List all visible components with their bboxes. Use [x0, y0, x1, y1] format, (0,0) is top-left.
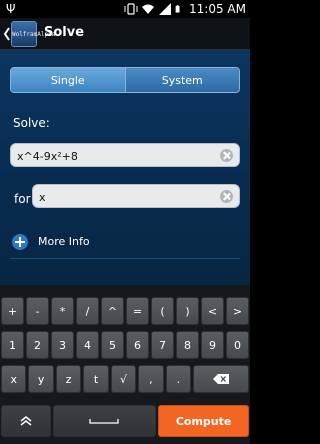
key-6[interactable]: 6 — [126, 331, 149, 359]
app-logo[interactable]: WolframAlpha — [11, 21, 56, 47]
key-plus[interactable]: + — [1, 297, 24, 325]
math-keyboard: + - * / ^ = ( ) < > 1 2 3 4 5 6 7 8 9 0 … — [0, 285, 250, 444]
keyboard-row-digits: 1 2 3 4 5 6 7 8 9 0 — [1, 331, 249, 359]
key-minus[interactable]: - — [26, 297, 49, 325]
key-0[interactable]: 0 — [226, 331, 249, 359]
vibrate-icon — [124, 3, 138, 15]
clear-icon[interactable] — [220, 149, 233, 162]
key-9[interactable]: 9 — [201, 331, 224, 359]
key-sqrt[interactable]: √ — [110, 365, 137, 393]
equation-field[interactable]: x^4-9x²+8 — [10, 143, 240, 167]
key-1[interactable]: 1 — [1, 331, 24, 359]
page-title: Solve — [44, 25, 85, 40]
key-3[interactable]: 3 — [51, 331, 74, 359]
solve-label: Solve: — [13, 116, 50, 130]
backspace-icon — [213, 374, 230, 384]
key-2[interactable]: 2 — [26, 331, 49, 359]
clock: 11:05 AM — [189, 2, 246, 16]
key-open-paren[interactable]: ( — [151, 297, 174, 325]
mode-segmented-control: Single System — [10, 67, 240, 93]
space-button[interactable] — [52, 405, 157, 437]
signal-icon — [159, 3, 172, 15]
key-4[interactable]: 4 — [76, 331, 99, 359]
tab-system[interactable]: System — [124, 68, 239, 92]
variable-text: x — [39, 191, 46, 204]
status-icons: 11:05 AM — [124, 1, 246, 17]
keyboard-row-operators: + - * / ^ = ( ) < > — [1, 297, 249, 325]
key-y[interactable]: y — [28, 365, 54, 393]
tab-single[interactable]: Single — [11, 68, 125, 92]
keyboard-row-variables: x y z t √ , . — [1, 365, 249, 393]
key-5[interactable]: 5 — [101, 331, 124, 359]
action-bar: WolframAlpha Solve — [0, 18, 250, 50]
app-logo-text: WolframAlpha — [12, 31, 56, 38]
key-power[interactable]: ^ — [101, 297, 124, 325]
space-icon — [89, 419, 120, 424]
key-z[interactable]: z — [55, 365, 82, 393]
compute-button[interactable]: Compute — [158, 405, 249, 437]
main-panel: Single System Solve: x^4-9x²+8 for x Mor… — [0, 50, 250, 285]
wifi-icon — [142, 4, 155, 14]
plus-icon — [12, 234, 28, 250]
backspace-button[interactable] — [193, 365, 249, 393]
divider — [10, 258, 240, 259]
key-divide[interactable]: / — [76, 297, 99, 325]
key-period[interactable]: . — [165, 365, 192, 393]
key-cursor-right[interactable]: > — [226, 297, 249, 325]
key-comma[interactable]: , — [138, 365, 164, 393]
key-7[interactable]: 7 — [151, 331, 174, 359]
key-8[interactable]: 8 — [176, 331, 199, 359]
key-cursor-left[interactable]: < — [201, 297, 224, 325]
equation-text: x^4-9x²+8 — [17, 150, 78, 163]
keyboard-row-bottom: Compute — [1, 405, 249, 437]
usb-icon: Ψ — [6, 2, 16, 16]
clear-icon[interactable] — [220, 190, 233, 203]
key-multiply[interactable]: * — [51, 297, 74, 325]
battery-icon — [175, 5, 180, 13]
more-info-label: More Info — [38, 235, 90, 248]
key-close-paren[interactable]: ) — [176, 297, 199, 325]
key-t[interactable]: t — [83, 365, 109, 393]
variable-field[interactable]: x — [32, 184, 240, 208]
key-x[interactable]: x — [1, 365, 27, 393]
status-bar: Ψ 11:05 AM — [0, 0, 250, 18]
back-chevron-icon[interactable] — [3, 26, 11, 42]
shift-button[interactable] — [1, 405, 51, 437]
for-label: for — [14, 192, 31, 206]
double-chevron-up-icon — [20, 416, 32, 426]
more-info-button[interactable]: More Info — [0, 230, 250, 254]
key-equals[interactable]: = — [126, 297, 149, 325]
